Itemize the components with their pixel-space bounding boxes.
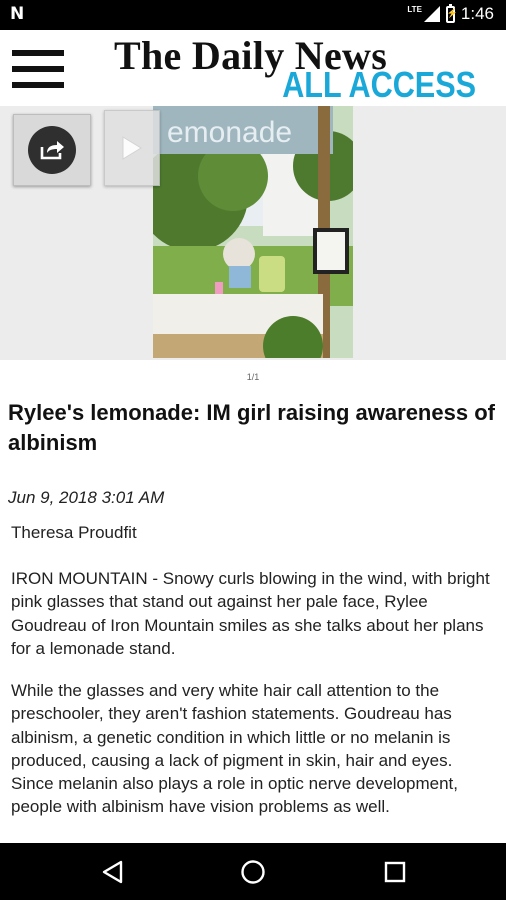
article-date: Jun 9, 2018 3:01 AM xyxy=(8,488,165,507)
photo-gallery[interactable]: emonade xyxy=(0,106,506,360)
recents-button[interactable] xyxy=(380,857,410,887)
home-button[interactable] xyxy=(238,857,268,887)
article-author: Theresa Proudfit xyxy=(11,523,137,542)
masthead-logo: The Daily News ALL ACCESS xyxy=(114,30,476,106)
battery-icon: ⚡ xyxy=(445,3,458,23)
play-icon xyxy=(122,136,142,160)
clock: 1:46 xyxy=(460,4,494,23)
article-photo[interactable]: emonade xyxy=(153,106,353,358)
lemonade-stand-photo: emonade xyxy=(153,106,353,358)
hamburger-menu-icon[interactable] xyxy=(12,50,64,88)
notification-n-icon: N xyxy=(10,4,25,24)
back-icon xyxy=(102,860,123,884)
network-type-label: LTE xyxy=(407,4,422,14)
article-headline: Rylee's lemonade: IM girl raising awaren… xyxy=(8,400,495,455)
play-button[interactable] xyxy=(104,110,160,186)
share-button[interactable] xyxy=(13,114,91,186)
signal-icon xyxy=(423,6,440,22)
home-icon xyxy=(241,860,265,884)
back-button[interactable] xyxy=(97,857,127,887)
recents-icon xyxy=(384,861,406,883)
status-icons: LTE ⚡ 1:46 xyxy=(407,3,494,24)
sign-text: emonade xyxy=(167,116,292,149)
share-icon xyxy=(40,141,64,160)
article-paragraph: While the glasses and very white hair ca… xyxy=(11,681,458,817)
masthead-subtitle: ALL ACCESS xyxy=(282,64,476,105)
status-bar: N LTE ⚡ 1:46 xyxy=(0,0,506,30)
app-header: The Daily News ALL ACCESS xyxy=(0,30,506,106)
article-paragraph: IRON MOUNTAIN - Snowy curls blowing in t… xyxy=(11,569,490,658)
navigation-bar xyxy=(0,843,506,900)
photo-counter: 1/1 xyxy=(246,372,260,382)
